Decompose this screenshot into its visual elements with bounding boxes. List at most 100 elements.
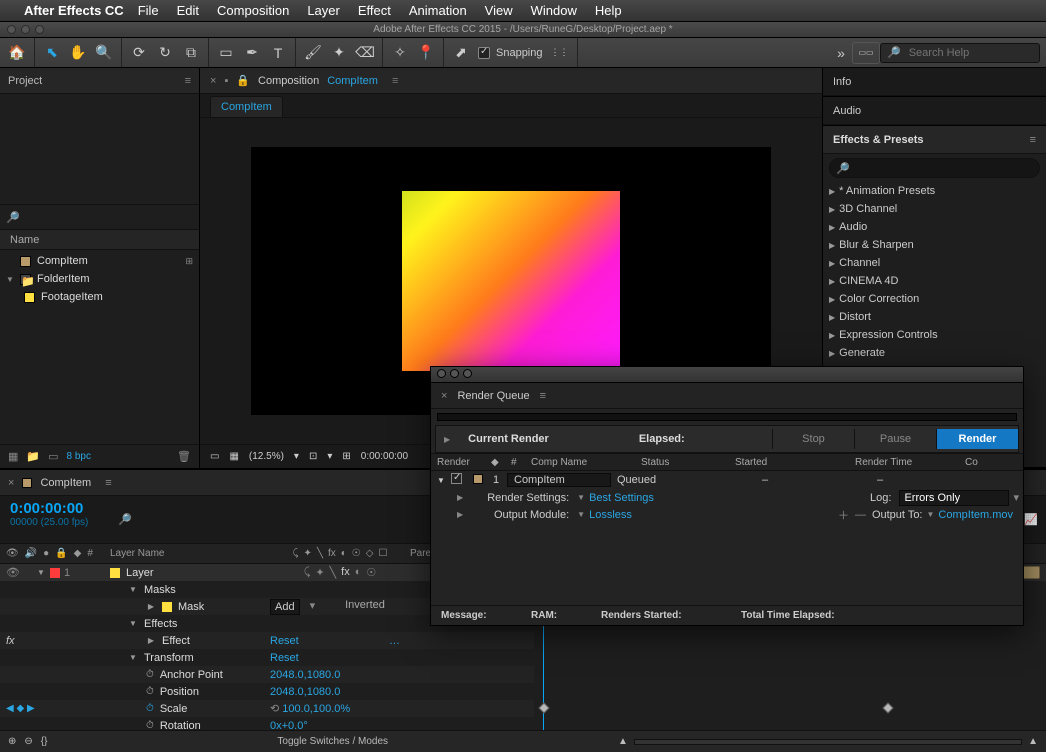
fx-category[interactable]: ▶Expression Controls xyxy=(823,326,1046,344)
output-module-value[interactable]: Lossless xyxy=(589,509,632,521)
fx-category[interactable]: ▶3D Channel xyxy=(823,200,1046,218)
stopwatch-icon[interactable]: ⏱ xyxy=(146,686,154,697)
zoom-in-icon[interactable]: ▲ xyxy=(1028,736,1038,747)
panel-menu-icon[interactable]: ≡ xyxy=(1030,134,1036,146)
project-name-col[interactable]: Name xyxy=(10,234,39,246)
close-tab-icon[interactable]: × xyxy=(441,390,447,402)
close-tab-icon[interactable]: × xyxy=(8,477,14,489)
zoom-level[interactable]: (12.5%) xyxy=(249,451,284,462)
timeline-tab[interactable]: CompItem xyxy=(40,477,91,489)
output-to-value[interactable]: CompItem.mov xyxy=(938,509,1013,521)
comp-tab[interactable]: CompItem xyxy=(210,96,283,117)
stopwatch-icon[interactable]: ⏱ xyxy=(146,703,154,714)
viewer-toggle-icon[interactable]: ▪ xyxy=(224,75,228,87)
menu-file[interactable]: File xyxy=(138,3,159,18)
graph-editor-icon[interactable]: 📈 xyxy=(1024,513,1038,526)
property-value[interactable]: 2048.0,1080.0 xyxy=(270,669,410,681)
new-folder-icon[interactable]: 📁 xyxy=(26,450,40,463)
stopwatch-icon[interactable]: ⏱ xyxy=(146,720,154,730)
fx-category[interactable]: ▶* Animation Presets xyxy=(823,182,1046,200)
render-button[interactable]: Render xyxy=(936,429,1018,449)
project-tree[interactable]: CompItem ⊞ ▼📁 FolderItem FootageItem xyxy=(0,250,199,444)
fx-category[interactable]: ▶Audio xyxy=(823,218,1046,236)
roto-tool-icon[interactable]: ✧ xyxy=(389,42,411,64)
selection-tool-icon[interactable]: ⬉ xyxy=(41,42,63,64)
log-value[interactable]: Errors Only xyxy=(899,490,1009,506)
transform-reset-link[interactable]: Reset xyxy=(270,652,299,664)
eraser-tool-icon[interactable]: ⌫ xyxy=(354,42,376,64)
timeline-zoom-slider[interactable] xyxy=(634,739,1022,745)
interpret-icon[interactable]: ▦ xyxy=(8,450,18,463)
toggle-switches-modes[interactable]: Toggle Switches / Modes xyxy=(47,736,618,747)
close-tab-icon[interactable]: × xyxy=(210,75,216,87)
tl-footer-icon[interactable]: ⊖ xyxy=(24,736,32,747)
comp-name-link[interactable]: CompItem xyxy=(327,75,378,87)
disclosure-icon[interactable]: ▶ xyxy=(436,435,458,444)
effects-search[interactable]: 🔎 xyxy=(829,158,1040,178)
pause-button[interactable]: Pause xyxy=(854,429,936,449)
hand-tool-icon[interactable]: ✋ xyxy=(67,42,89,64)
panel-menu-icon[interactable]: ≡ xyxy=(540,390,546,402)
app-menu[interactable]: After Effects CC xyxy=(24,3,124,18)
panel-menu-icon[interactable]: ≡ xyxy=(392,75,398,87)
menu-animation[interactable]: Animation xyxy=(409,3,467,18)
keyframe-icon[interactable] xyxy=(538,702,549,713)
fx-category[interactable]: ▶CINEMA 4D xyxy=(823,272,1046,290)
bpc-toggle[interactable]: 8 bpc xyxy=(67,451,91,462)
region-icon[interactable]: ⊞ xyxy=(342,451,350,462)
resolution-dropdown-icon[interactable]: ▾ xyxy=(327,451,332,462)
new-comp-icon[interactable]: ▭ xyxy=(48,450,58,463)
transparency-grid-icon[interactable]: ▦ xyxy=(229,451,238,462)
effect-reset-link[interactable]: Reset xyxy=(270,635,299,647)
rectangle-tool-icon[interactable]: ▭ xyxy=(215,42,237,64)
pen-tool-icon[interactable]: ✒ xyxy=(241,42,263,64)
home-icon[interactable]: 🏠 xyxy=(6,42,28,64)
panel-menu-icon[interactable]: ≡ xyxy=(185,75,191,87)
info-panel-label[interactable]: Info xyxy=(833,76,851,88)
snapping-checkbox[interactable] xyxy=(478,47,490,59)
current-time[interactable]: 0:00:00:00 xyxy=(361,451,408,462)
zoom-tool-icon[interactable]: 🔍 xyxy=(93,42,115,64)
render-settings-value[interactable]: Best Settings xyxy=(589,492,654,504)
fx-category[interactable]: ▶Generate xyxy=(823,344,1046,362)
traffic-lights[interactable] xyxy=(437,369,476,381)
constrain-icon[interactable]: ⟲ xyxy=(270,703,279,715)
render-item-comp[interactable]: CompItem xyxy=(507,473,611,487)
resolution-icon[interactable]: ⊡ xyxy=(309,451,317,462)
menu-composition[interactable]: Composition xyxy=(217,3,289,18)
zoom-out-icon[interactable]: ▲ xyxy=(618,736,628,747)
current-timecode[interactable]: 0:00:00:00 xyxy=(10,500,100,517)
effects-presets-label[interactable]: Effects & Presets xyxy=(833,134,924,146)
add-output-icon[interactable]: ＋ xyxy=(838,507,849,523)
orbit-tool-icon[interactable]: ⟳ xyxy=(128,42,150,64)
project-item-folder[interactable]: ▼📁 FolderItem xyxy=(0,270,199,288)
pan-behind-tool-icon[interactable]: ⧉ xyxy=(180,42,202,64)
mask-inverted-label[interactable]: Inverted xyxy=(345,599,385,615)
menu-layer[interactable]: Layer xyxy=(307,3,340,18)
menu-edit[interactable]: Edit xyxy=(177,3,199,18)
fx-category[interactable]: ▶Distort xyxy=(823,308,1046,326)
fx-category[interactable]: ▶Channel xyxy=(823,254,1046,272)
property-value[interactable]: 2048.0,1080.0 xyxy=(270,686,410,698)
remove-output-icon[interactable]: — xyxy=(849,509,872,521)
keyframe-icon[interactable] xyxy=(882,702,893,713)
local-axis-icon[interactable]: ⬈ xyxy=(450,42,472,64)
lock-icon[interactable]: 🔒 xyxy=(236,74,250,87)
render-item-row[interactable]: ▼ ✓ 1 CompItem Queued – – xyxy=(431,471,1023,489)
search-help-input[interactable] xyxy=(909,47,1033,59)
render-queue-titlebar[interactable] xyxy=(431,367,1023,383)
keyframe-nav[interactable]: ◀ ◆ ▶ xyxy=(6,703,35,714)
effects-category-list[interactable]: ▶* Animation Presets ▶3D Channel ▶Audio … xyxy=(823,182,1046,380)
project-item-comp[interactable]: CompItem ⊞ xyxy=(0,252,199,270)
flowchart-icon[interactable]: ⊞ xyxy=(185,256,193,267)
clone-tool-icon[interactable]: ✦ xyxy=(328,42,350,64)
tl-footer-icon[interactable]: {} xyxy=(41,736,48,747)
brush-tool-icon[interactable]: 🖌 xyxy=(302,42,324,64)
panel-menu-icon[interactable]: ≡ xyxy=(105,477,111,489)
puppet-tool-icon[interactable]: 📍 xyxy=(415,42,437,64)
menu-window[interactable]: Window xyxy=(531,3,577,18)
trash-icon[interactable]: 🗑 xyxy=(177,450,191,463)
fx-category[interactable]: ▶Blur & Sharpen xyxy=(823,236,1046,254)
rotate-tool-icon[interactable]: ↻ xyxy=(154,42,176,64)
audio-panel-label[interactable]: Audio xyxy=(833,105,861,117)
